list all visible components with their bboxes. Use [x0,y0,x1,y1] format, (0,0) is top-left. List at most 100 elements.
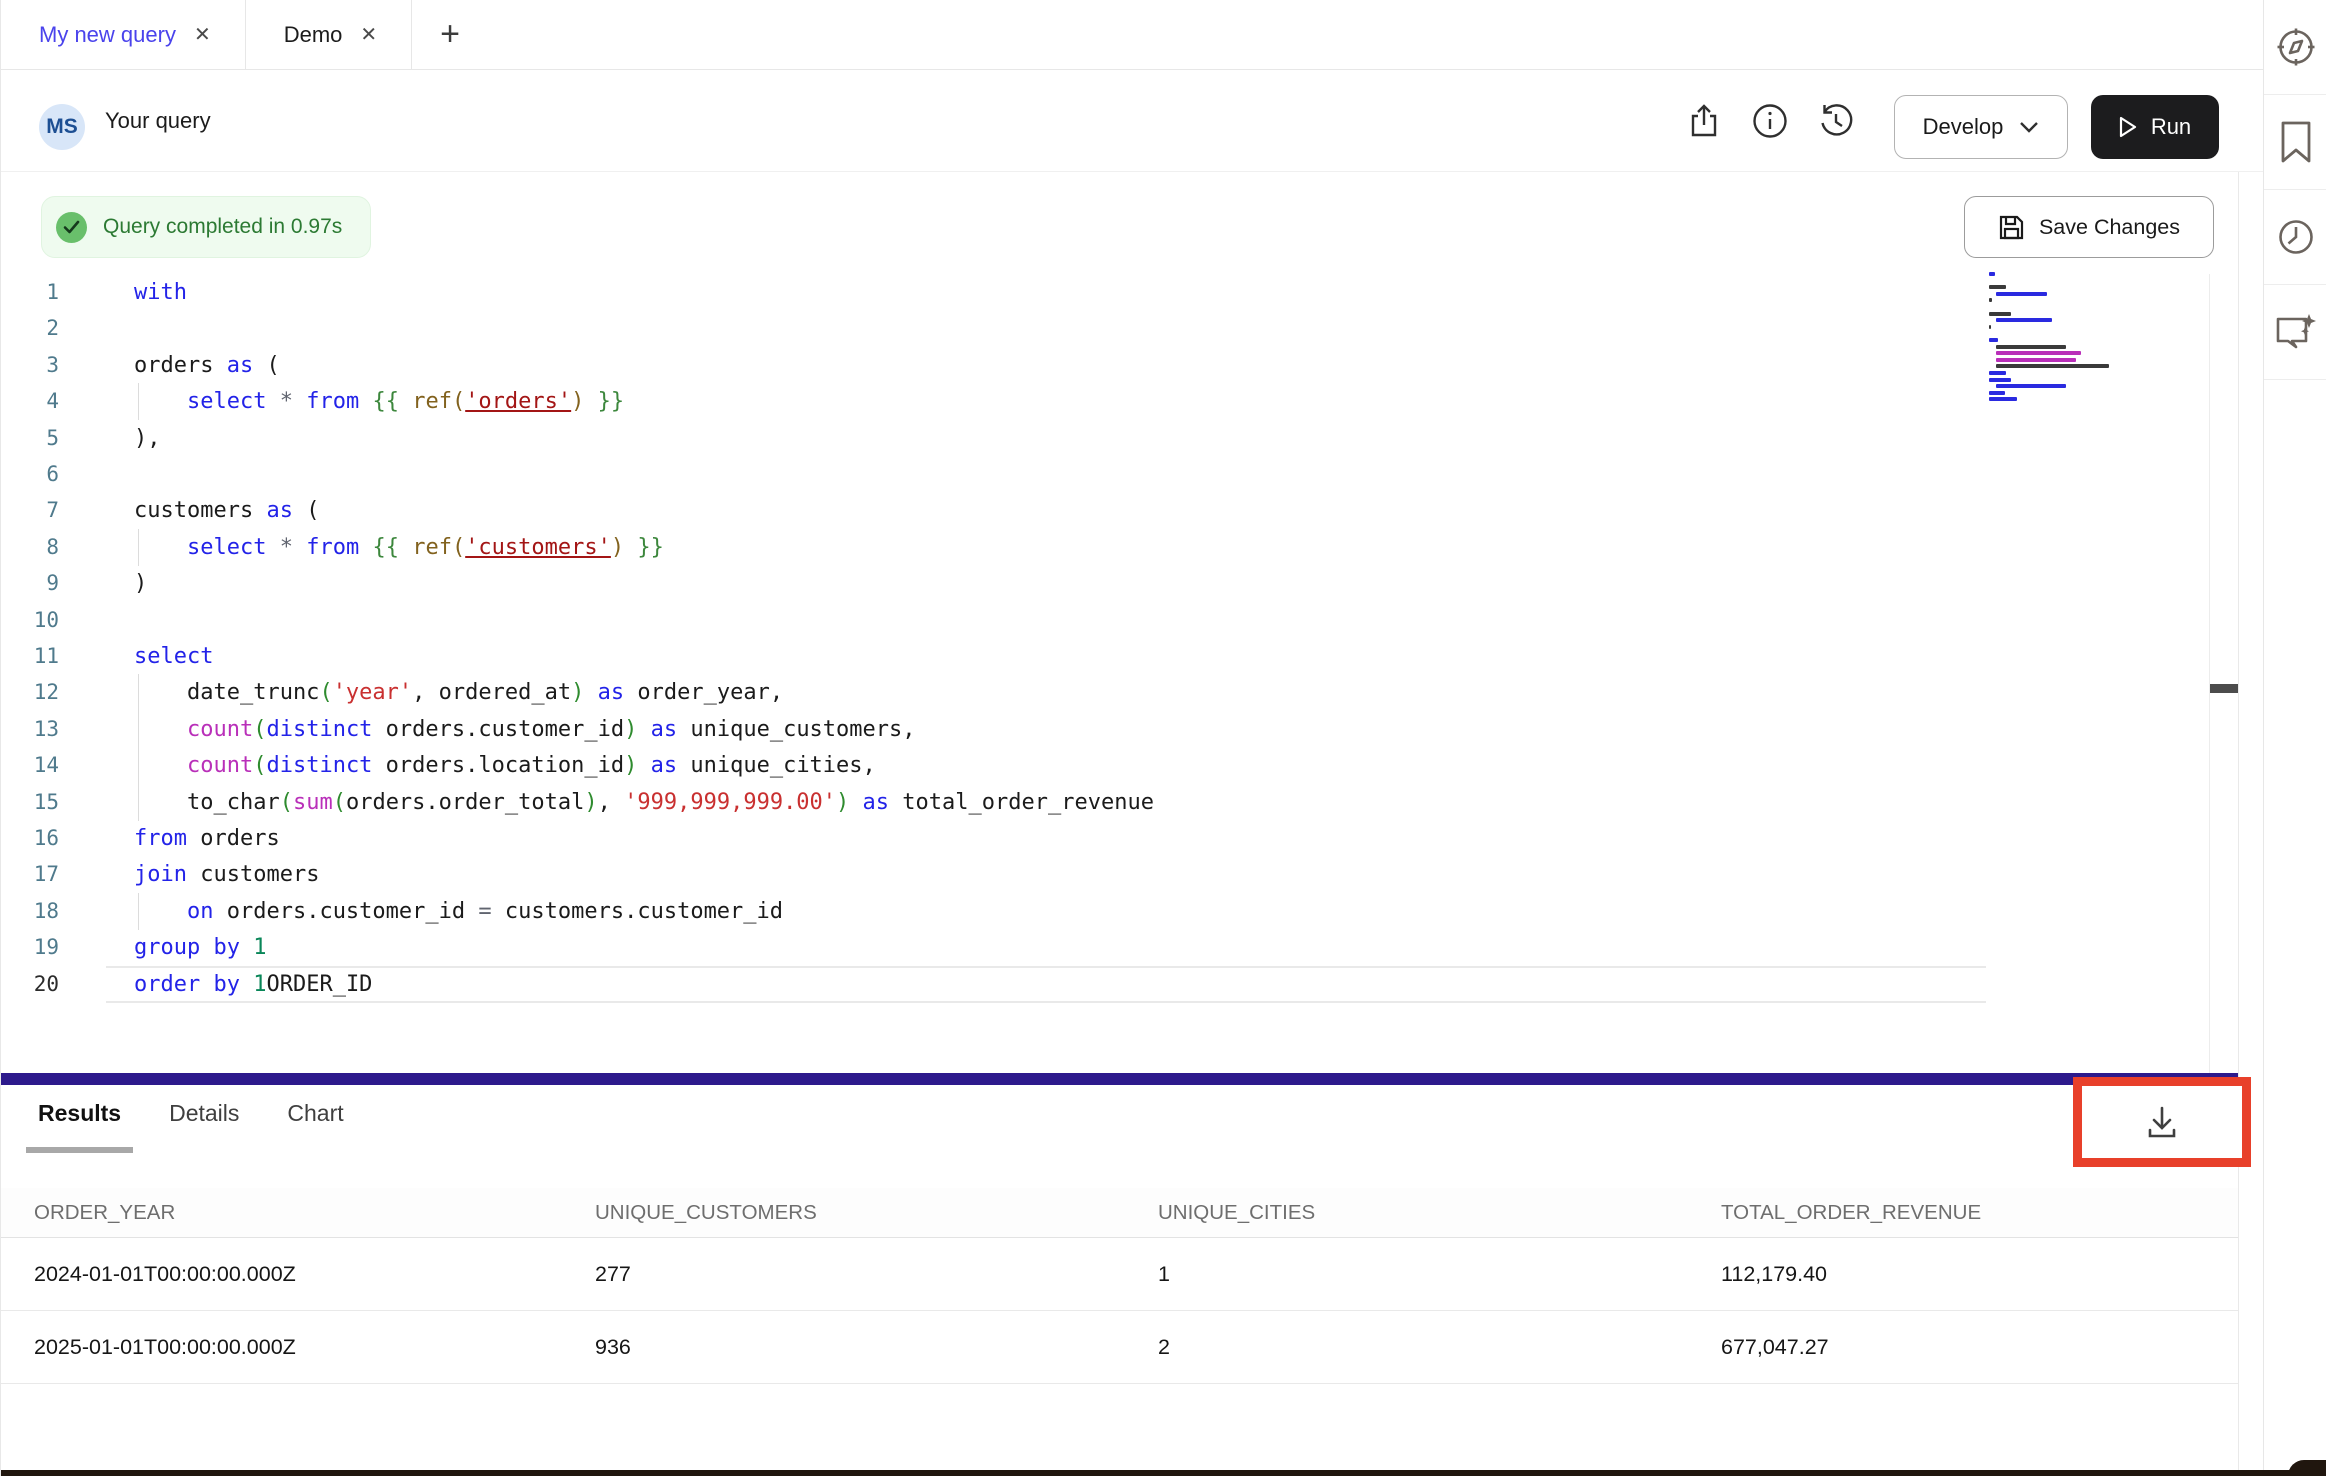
right-sidebar [2263,0,2326,1476]
line-number: 20 [1,966,59,1003]
results-tab-results[interactable]: Results [38,1100,121,1153]
code-line[interactable]: 4 select * from {{ ref('orders') }} [1,383,2209,420]
table-cell: 1 [1158,1262,1721,1287]
code-line[interactable]: 16 from orders [1,820,2209,857]
line-number: 2 [1,310,59,347]
info-button[interactable] [1745,70,1795,172]
sidebar-item-ai-assistant[interactable] [2264,285,2326,380]
results-tab-bar: Results Details Chart [38,1100,344,1153]
download-results-button[interactable] [2143,1103,2181,1141]
table-cell: 936 [595,1335,1158,1360]
develop-dropdown[interactable]: Develop [1894,95,2068,159]
results-tab-chart[interactable]: Chart [287,1100,343,1153]
code-text: orders as ( [134,347,280,384]
compass-icon [2273,24,2319,70]
sidebar-item-bookmarks[interactable] [2264,95,2326,190]
line-number: 19 [1,929,59,966]
history-icon [1817,102,1855,140]
code-line[interactable]: 6 [1,456,2209,493]
table-row[interactable]: 2025-01-01T00:00:00.000Z9362677,047.27 [1,1311,2238,1384]
avatar: MS [39,104,85,150]
code-line[interactable]: 20 order by 1ORDER_ID [1,966,2209,1003]
sidebar-item-explore[interactable] [2264,0,2326,95]
line-number: 12 [1,674,59,711]
run-label: Run [2151,114,2191,140]
line-number: 3 [1,347,59,384]
line-number: 1 [1,274,59,311]
tab-my-new-query[interactable]: My new query ✕ [1,0,246,69]
line-number: 14 [1,747,59,784]
history-button[interactable] [1811,70,1861,172]
results-table: ORDER_YEARUNIQUE_CUSTOMERSUNIQUE_CITIEST… [1,1188,2238,1384]
code-line[interactable]: 19group by 1 [1,929,2209,966]
save-icon [1998,214,2025,241]
code-line[interactable]: 5), [1,420,2209,457]
editor-right-divider [2209,274,2210,1073]
code-line[interactable]: 2 [1,310,2209,347]
code-text: order by 1ORDER_ID [134,966,372,1003]
code-editor[interactable]: 1with23orders as (4 select * from {{ ref… [1,274,2209,1073]
code-line[interactable]: 17 join customers [1,856,2209,893]
table-cell: 2025-01-01T00:00:00.000Z [34,1335,595,1360]
line-number: 8 [1,529,59,566]
close-icon[interactable]: ✕ [194,25,211,45]
code-line[interactable]: 1with [1,274,2209,311]
save-label: Save Changes [2039,215,2180,240]
run-button[interactable]: Run [2091,95,2219,159]
code-line[interactable]: 3 orders as ( [1,347,2209,384]
share-icon [1689,104,1719,138]
line-number: 10 [1,602,59,639]
code-text: from orders [134,820,280,857]
line-number: 17 [1,856,59,893]
code-line[interactable]: 10 [1,602,2209,639]
current-line-highlight [106,966,1986,1003]
table-row[interactable]: 2024-01-01T00:00:00.000Z2771112,179.40 [1,1238,2238,1311]
sidebar-item-history[interactable] [2264,190,2326,285]
code-text: to_char(sum(orders.order_total), '999,99… [134,784,1154,821]
code-text: on orders.customer_id = customers.custom… [134,893,783,930]
table-cell: 112,179.40 [1721,1262,2238,1287]
share-button[interactable] [1679,70,1729,172]
code-line[interactable]: 14 count(distinct orders.location_id) as… [1,747,2209,784]
code-line[interactable]: 9) [1,565,2209,602]
code-line[interactable]: 15 to_char(sum(orders.order_total), '999… [1,784,2209,821]
column-header: TOTAL_ORDER_REVENUE [1721,1201,2238,1225]
code-line[interactable]: 11select [1,638,2209,675]
code-text: join customers [134,856,319,893]
status-text: Query completed in 0.97s [103,215,342,239]
code-line[interactable]: 8 select * from {{ ref('customers') }} [1,529,2209,566]
code-text: select * from {{ ref('customers') }} [134,529,664,566]
minimap[interactable] [1989,272,2139,452]
close-icon[interactable]: ✕ [360,25,377,45]
code-line[interactable]: 18 on orders.customer_id = customers.cus… [1,893,2209,930]
save-changes-button[interactable]: Save Changes [1964,196,2214,258]
download-icon [2143,1103,2181,1141]
line-number: 9 [1,565,59,602]
line-number: 13 [1,711,59,748]
tab-label: My new query [39,22,176,48]
status-badge: Query completed in 0.97s [41,196,371,258]
code-line[interactable]: 13 count(distinct orders.customer_id) as… [1,711,2209,748]
new-tab-button[interactable]: + [412,0,488,69]
line-number: 4 [1,383,59,420]
line-number: 15 [1,784,59,821]
line-number: 16 [1,820,59,857]
code-line[interactable]: 7 customers as ( [1,492,2209,529]
click-highlight-box [2073,1077,2251,1167]
line-number: 18 [1,893,59,930]
code-text: customers as ( [134,492,319,529]
line-number: 7 [1,492,59,529]
results-tab-details[interactable]: Details [169,1100,239,1153]
clock-icon [2275,216,2317,258]
panel-resize-handle[interactable] [1,1073,2238,1085]
line-number: 6 [1,456,59,493]
bookmark-icon [2279,120,2313,164]
column-header: ORDER_YEAR [34,1201,595,1225]
play-icon [2119,116,2137,138]
code-text: select * from {{ ref('orders') }} [134,383,624,420]
scrollbar-thumb[interactable] [2210,684,2238,693]
tab-demo[interactable]: Demo ✕ [246,0,412,69]
code-text: count(distinct orders.customer_id) as un… [134,711,916,748]
code-text: select [134,638,213,675]
code-line[interactable]: 12 date_trunc('year', ordered_at) as ord… [1,674,2209,711]
